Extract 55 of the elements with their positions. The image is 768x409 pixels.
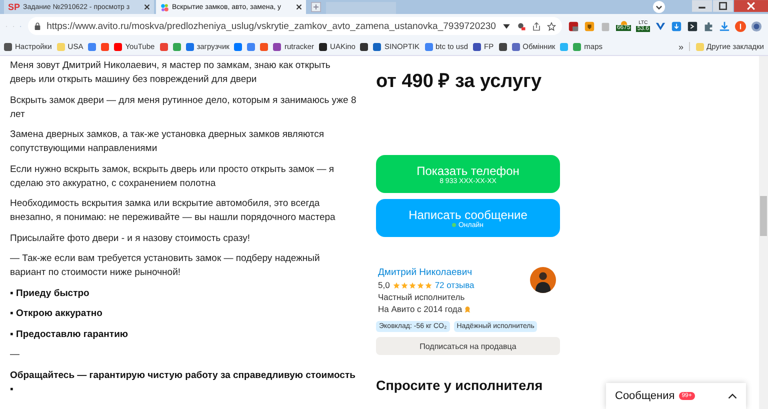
download-icon[interactable] — [671, 20, 682, 32]
coin-icon — [620, 21, 627, 25]
download-icon[interactable] — [719, 20, 730, 32]
share-icon[interactable] — [532, 22, 541, 30]
description-paragraph: Присылайте фото двери - и я назову стоимость сразу! — [10, 232, 252, 246]
minimize-icon[interactable] — [692, 0, 712, 12]
medal-icon — [464, 306, 472, 312]
reviews-link[interactable]: 72 отзыва — [434, 280, 474, 290]
close-icon[interactable] — [296, 4, 302, 10]
clipboard-icon[interactable] — [600, 20, 611, 32]
lock-icon — [34, 22, 41, 30]
new-tab-icon[interactable] — [311, 2, 321, 12]
description-paragraph: — — [10, 348, 20, 362]
chevron-up-icon[interactable] — [728, 393, 737, 399]
scrollbar[interactable] — [759, 56, 768, 409]
description-paragraph: ▪ Открою аккуратно — [10, 307, 104, 321]
star-icon[interactable] — [546, 22, 556, 30]
description-paragraph: Замена дверных замков, а так-же установка дверных замков являются сопутствующими направлениями — [10, 128, 326, 156]
colored-dots-icon — [160, 2, 169, 12]
key-icon[interactable] — [516, 22, 526, 30]
bookmark-icon[interactable] — [360, 42, 368, 50]
more-bookmarks-button[interactable]: » — [678, 42, 684, 52]
description-paragraph: Обращайтесь — гарантирую чистую работу за справедливую стоимость ▪ — [10, 368, 356, 396]
caret-icon[interactable] — [502, 22, 511, 30]
section-heading: Спросите у исполнителя — [376, 378, 544, 393]
messages-label: Сообщения — [615, 390, 675, 402]
terminal-icon[interactable] — [687, 20, 698, 32]
shield-icon[interactable] — [584, 20, 595, 32]
close-icon[interactable] — [144, 4, 150, 10]
globe-icon[interactable] — [751, 20, 762, 32]
description-paragraph: — Так-же если вам требуется установить замок — подберу надежный вариант по стоимости ниже рыночной! — [10, 252, 321, 280]
subscribe-button[interactable]: Подписаться на продавца — [376, 337, 560, 355]
scrollbar-thumb[interactable] — [760, 196, 767, 236]
site-logo: SP — [8, 2, 20, 12]
rating-value: 5,0 — [378, 280, 390, 290]
seller-name-link[interactable]: Дмитрий Николаевич — [378, 267, 474, 278]
description-paragraph: ▪ Предоставлю гарантию — [10, 328, 130, 342]
puzzle-icon[interactable] — [703, 20, 714, 32]
description-paragraph: Необходимость вскрытия замка или вскрытие автомобиля, это всегда внезапно, я понимаю: не переживайте — вы нашли порядочного мастера — [10, 197, 336, 225]
description-paragraph: Если нужно вскрыть замок, вскрыть дверь или просто открыть замок — я сделаю это аккуратно, с сохранением полотна — [10, 162, 336, 190]
bookmark-icon[interactable] — [498, 42, 507, 50]
tab-search-icon[interactable] — [653, 1, 665, 13]
address-bar[interactable]: https://www.avito.ru/moskva/predlozheniya_uslug/vskrytie_zamkov_avto_zamena_ustanovka_7939720230 — [28, 17, 562, 35]
member-since: На Авито с 2014 года — [378, 304, 462, 314]
avatar[interactable] — [530, 267, 556, 293]
description-paragraph: ▪ Приеду быстро — [10, 286, 90, 300]
price-heading: от 490 ₽ за услугу — [376, 70, 543, 93]
profile-icon[interactable] — [735, 20, 746, 32]
extension-icon[interactable] — [568, 20, 579, 32]
url-text: https://www.avito.ru/moskva/predlozheniya_uslug/vskrytie_zamkov_avto_zamena_ustanovka_7939720230 — [46, 20, 496, 32]
maximize-icon[interactable] — [713, 0, 733, 12]
v-logo-icon[interactable] — [655, 20, 666, 32]
description-paragraph: Вскрыть замок двери — для меня рутинное дело, которым я занимаюсь уже 8 лет — [10, 94, 358, 122]
description-paragraph: Меня зовут Дмитрий Николаевич, я мастер по замкам, знаю как открыть дверь или открыть машину без повреждений для двери — [10, 59, 332, 87]
seller-type: Частный исполнитель — [378, 292, 466, 302]
